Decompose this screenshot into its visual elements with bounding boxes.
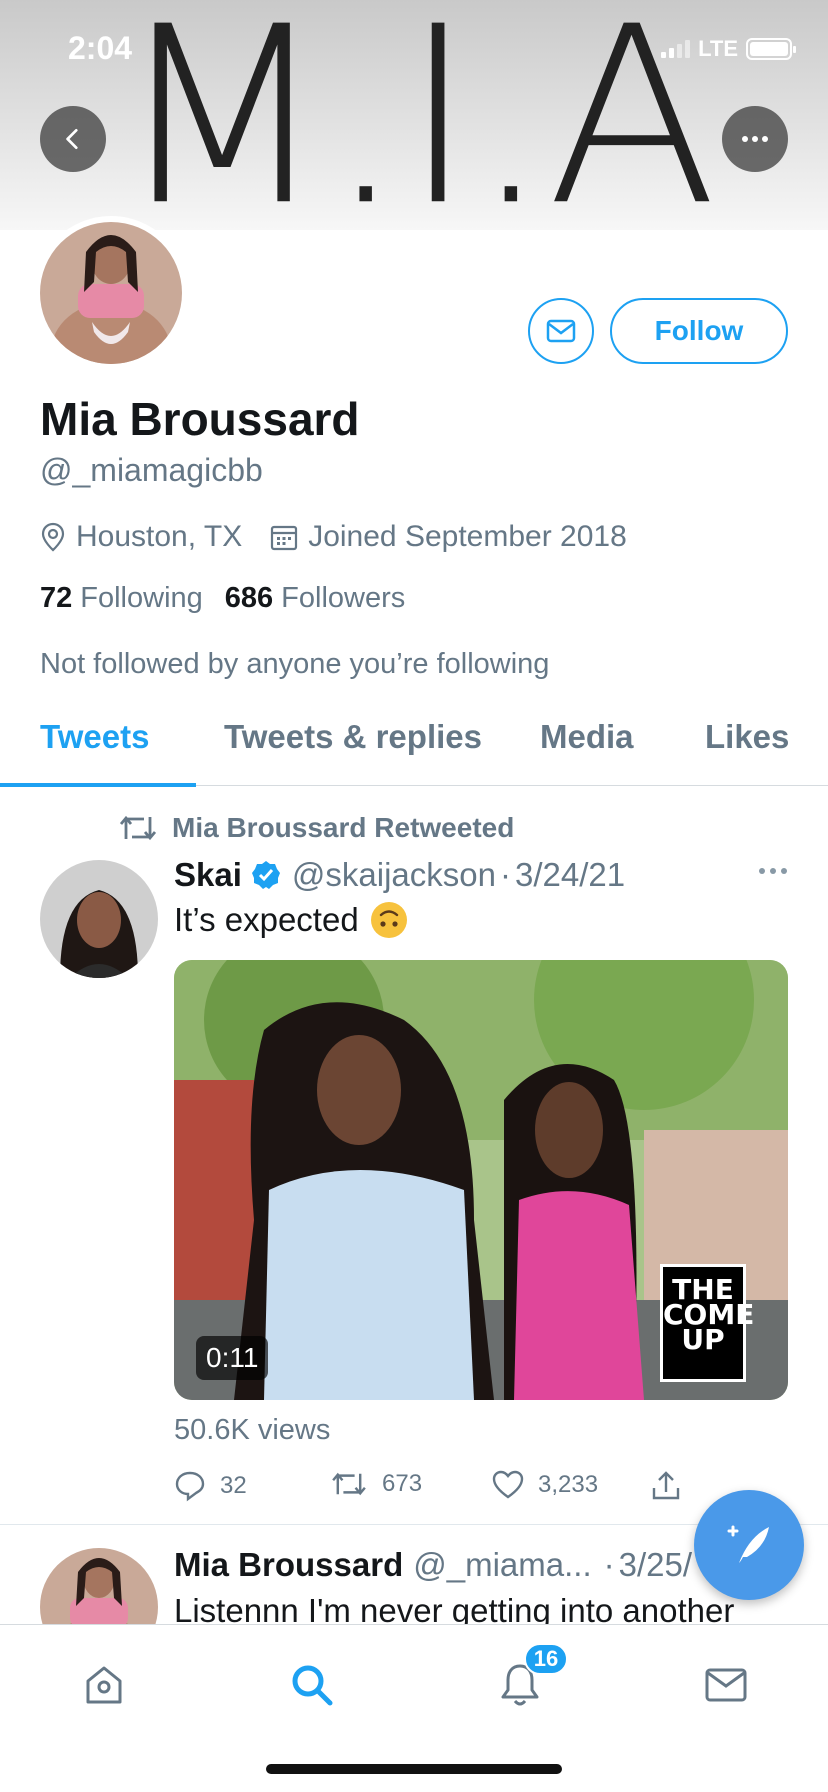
compose-tweet-button[interactable] xyxy=(694,1490,804,1600)
back-button[interactable] xyxy=(40,106,106,172)
tweet-separator: · xyxy=(499,856,511,893)
nav-home[interactable] xyxy=(74,1655,134,1715)
follow-button[interactable]: Follow xyxy=(610,298,788,364)
profile-avatar[interactable] xyxy=(34,216,188,370)
tweet-text: It’s expected xyxy=(174,901,359,938)
reply-count: 32 xyxy=(220,1472,247,1499)
profile-meta: Houston, TX Joined September 2018 xyxy=(40,520,655,554)
signal-icon xyxy=(661,40,691,58)
notifications-badge: 16 xyxy=(524,1643,568,1675)
nav-messages[interactable] xyxy=(696,1655,756,1715)
following-label: Following xyxy=(80,582,203,614)
joined-text: Joined September 2018 xyxy=(308,520,627,553)
follow-counts: 72 Following 686 Followers xyxy=(40,582,405,615)
profile-banner: M.I.A 2:04 LTE xyxy=(0,0,828,230)
active-tab-indicator xyxy=(0,783,196,787)
video-views: 50.6K views xyxy=(174,1414,331,1446)
upside-down-face-emoji-icon xyxy=(370,902,407,938)
tab-tweets[interactable]: Tweets xyxy=(40,718,149,756)
location-pin-icon xyxy=(41,522,65,552)
tweet-date[interactable]: 3/25/ xyxy=(619,1546,692,1584)
tweet-actions: 32 673 3,233 xyxy=(174,1470,694,1510)
network-label: LTE xyxy=(698,36,738,61)
location: Houston, TX xyxy=(40,520,242,554)
verified-badge-icon xyxy=(251,861,280,889)
retweet-icon xyxy=(119,815,157,841)
location-text: Houston, TX xyxy=(76,520,243,553)
compose-feather-icon xyxy=(727,1525,769,1563)
tweet-separator: · xyxy=(603,1546,615,1583)
profile-name: Mia Broussard xyxy=(40,393,360,445)
profile-tabs: Tweets Tweets & replies Media Likes xyxy=(0,716,828,787)
followers-label: Followers xyxy=(281,582,406,614)
home-icon xyxy=(86,1666,122,1704)
tweet-author-name[interactable]: Mia Broussard xyxy=(174,1546,403,1584)
status-time: 2:04 xyxy=(68,30,133,66)
tweet-date[interactable]: 3/24/21 xyxy=(515,856,625,894)
tweet-header: Skai @skaijackson · 3/24/21 xyxy=(174,856,625,894)
tab-likes[interactable]: Likes xyxy=(705,718,789,756)
search-icon xyxy=(292,1665,333,1706)
more-horizontal-icon xyxy=(742,136,768,142)
home-indicator xyxy=(266,1764,562,1774)
reply-button[interactable]: 32 xyxy=(174,1470,247,1502)
like-count: 3,233 xyxy=(538,1471,599,1498)
tweet-video[interactable]: 0:11 THE COME UP xyxy=(174,960,788,1400)
following-link[interactable]: 72 Following xyxy=(40,582,203,615)
more-options-button[interactable] xyxy=(722,106,788,172)
battery-icon xyxy=(746,38,796,60)
more-horizontal-icon xyxy=(759,868,787,874)
followers-count: 686 xyxy=(224,582,274,614)
like-button[interactable]: 3,233 xyxy=(492,1470,598,1500)
reply-icon xyxy=(175,1471,205,1502)
mutual-followers-text: Not followed by anyone you’re following xyxy=(40,648,550,680)
calendar-icon xyxy=(271,525,298,551)
share-icon xyxy=(652,1471,680,1500)
nav-notifications[interactable]: 16 xyxy=(490,1643,568,1715)
tab-tweets-replies[interactable]: Tweets & replies xyxy=(224,718,482,756)
share-button[interactable] xyxy=(650,1470,682,1502)
tweet-author-name[interactable]: Skai xyxy=(174,856,242,894)
tweet-author-handle[interactable]: @_miama... xyxy=(413,1546,591,1584)
status-indicators: LTE xyxy=(661,36,796,62)
retweet-icon xyxy=(332,1472,366,1496)
mail-icon xyxy=(705,1668,747,1702)
tweet-more-button[interactable] xyxy=(758,862,788,880)
retweet-context: Mia Broussard Retweeted xyxy=(118,812,514,844)
following-count: 72 xyxy=(40,582,73,614)
heart-icon xyxy=(492,1470,524,1499)
nav-search[interactable] xyxy=(282,1655,342,1715)
tweet-author-handle[interactable]: @skaijackson xyxy=(292,856,496,894)
retweet-count: 673 xyxy=(382,1470,423,1497)
joined-date: Joined September 2018 xyxy=(270,520,627,554)
tab-media[interactable]: Media xyxy=(540,718,634,756)
followers-link[interactable]: 686 Followers xyxy=(225,582,405,615)
tweet-body: It’s expected xyxy=(174,900,409,940)
mail-icon xyxy=(546,319,576,343)
tweet-header: Mia Broussard @_miama... · 3/25/ xyxy=(174,1546,692,1584)
retweet-context-text: Mia Broussard Retweeted xyxy=(172,812,515,843)
tweet-author-avatar[interactable] xyxy=(40,860,158,978)
message-button[interactable] xyxy=(528,298,594,364)
video-watermark: THE COME UP xyxy=(660,1264,754,1382)
profile-handle: @_miamagicbb xyxy=(40,452,263,488)
chevron-left-icon xyxy=(66,128,78,150)
retweet-button[interactable]: 673 xyxy=(330,1470,422,1498)
video-duration: 0:11 xyxy=(196,1336,269,1380)
